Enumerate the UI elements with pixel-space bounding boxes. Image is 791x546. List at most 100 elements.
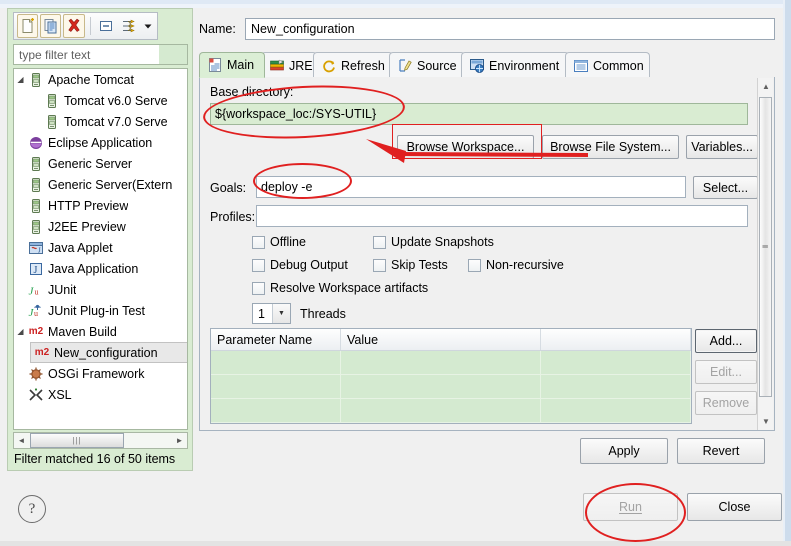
tree-item-maven-build[interactable]: ◢ m2 Maven Build	[14, 321, 187, 342]
delete-icon[interactable]	[63, 14, 85, 38]
tab-source[interactable]: Source	[389, 52, 465, 78]
filter-clear-button[interactable]	[159, 45, 187, 64]
tree-item-tomcat-v7-0-serve[interactable]: · Tomcat v7.0 Serve	[14, 111, 187, 132]
revert-button[interactable]: Revert	[677, 438, 765, 464]
tree-item-junit[interactable]: ·J uJUnit	[14, 279, 187, 300]
edit-parameter-button[interactable]: Edit...	[695, 360, 757, 384]
tab-label: Environment	[489, 58, 560, 73]
tab-common[interactable]: Common	[565, 52, 650, 78]
hscroll-thumb[interactable]: |||	[30, 433, 124, 448]
tree-indent-spacer: ·	[14, 195, 27, 216]
scroll-up-icon[interactable]: ▲	[758, 78, 774, 95]
tree-item-java-application[interactable]: · J Java Application	[14, 258, 187, 279]
table-cell	[541, 375, 691, 399]
checkbox-box-icon[interactable]	[373, 235, 386, 249]
tab-jre[interactable]: JRE	[261, 52, 317, 78]
tree-item-osgi-framework[interactable]: · OSGi Framework	[14, 363, 187, 384]
checkbox-label: Resolve Workspace artifacts	[270, 281, 429, 295]
checkbox-box-icon[interactable]	[373, 258, 386, 272]
tree-item-label: Generic Server(Extern	[48, 177, 173, 192]
tree-item-generic-server-extern[interactable]: · Generic Server(Extern	[14, 174, 187, 195]
new-configuration-icon[interactable]	[17, 14, 39, 38]
server-icon	[27, 156, 45, 172]
goals-input[interactable]: deploy -e	[256, 176, 686, 198]
checkbox-non-recursive[interactable]: Non-recursive	[468, 258, 564, 272]
vscroll-grip-icon: ≡	[762, 243, 769, 251]
apply-button[interactable]: Apply	[580, 438, 668, 464]
base-directory-input[interactable]: ${workspace_loc:/SYS-UTIL}	[210, 103, 748, 125]
checkbox-box-icon[interactable]	[252, 258, 265, 272]
filter-input[interactable]: type filter text	[13, 44, 188, 65]
tree-item-eclipse-application[interactable]: · Eclipse Application	[14, 132, 187, 153]
checkbox-debug-output[interactable]: Debug Output	[252, 258, 348, 272]
tree-item-tomcat-v6-0-serve[interactable]: · Tomcat v6.0 Serve	[14, 90, 187, 111]
checkbox-resolve-workspace-artifacts[interactable]: Resolve Workspace artifacts	[252, 281, 428, 295]
name-input[interactable]: New_configuration	[245, 18, 775, 40]
column-header-value[interactable]: Value	[341, 329, 541, 350]
browse-workspace-button[interactable]: Browse Workspace...	[397, 135, 534, 159]
add-parameter-button[interactable]: Add...	[695, 329, 757, 353]
filter-icon[interactable]	[119, 14, 140, 38]
browse-file-system-button[interactable]: Browse File System...	[542, 135, 679, 159]
junit-plugin-icon: J u	[27, 303, 45, 319]
tab-environment[interactable]: Environment	[461, 52, 569, 78]
checkbox-box-icon[interactable]	[468, 258, 481, 272]
goals-label: Goals:	[210, 181, 247, 195]
checkbox-box-icon[interactable]	[252, 281, 265, 295]
tree-item-http-preview[interactable]: · HTTP Preview	[14, 195, 187, 216]
scroll-down-icon[interactable]: ▼	[758, 413, 774, 430]
tree-item-java-applet[interactable]: · J Java Applet	[14, 237, 187, 258]
expand-arrow-icon[interactable]: ◢	[14, 321, 27, 342]
chevron-down-icon[interactable]: ▼	[272, 304, 290, 323]
tree-item-xsl[interactable]: · XSL	[14, 384, 187, 405]
table-cell	[211, 351, 341, 375]
vscroll-thumb[interactable]: ≡	[759, 97, 772, 397]
checkbox-skip-tests[interactable]: Skip Tests	[373, 258, 448, 272]
tree-indent-spacer: ·	[30, 90, 43, 111]
tree-item-junit-plug-in-test[interactable]: ·J u JUnit Plug-in Test	[14, 300, 187, 321]
tab-main[interactable]: Main	[199, 52, 265, 78]
tree-item-label: Java Application	[48, 261, 139, 276]
table-row[interactable]	[211, 399, 691, 423]
window-bottom-edge	[0, 541, 791, 546]
profiles-input[interactable]	[256, 205, 748, 227]
duplicate-icon[interactable]	[40, 14, 62, 38]
variables-button[interactable]: Variables...	[686, 135, 758, 159]
table-cell	[211, 375, 341, 399]
m2-icon: m2	[28, 326, 44, 337]
tree-item-j2ee-preview[interactable]: · J2EE Preview	[14, 216, 187, 237]
checkbox-update-snapshots[interactable]: Update Snapshots	[373, 235, 494, 249]
remove-parameter-button[interactable]: Remove	[695, 391, 757, 415]
run-button[interactable]: Run	[583, 493, 678, 521]
scroll-left-icon[interactable]: ◄	[14, 433, 29, 448]
tree-item-new-configuration[interactable]: m2 New_configuration	[30, 342, 187, 363]
table-row[interactable]	[211, 375, 691, 399]
scroll-right-icon[interactable]: ►	[172, 433, 187, 448]
checkbox-box-icon[interactable]	[252, 235, 265, 249]
tree-item-generic-server[interactable]: · Generic Server	[14, 153, 187, 174]
tab-label: Refresh	[341, 58, 385, 73]
tree-horizontal-scrollbar[interactable]: ◄ ||| ►	[13, 432, 188, 449]
tree-indent-spacer: ·	[14, 258, 27, 279]
expand-arrow-icon[interactable]: ◢	[14, 69, 27, 90]
view-menu-arrow-icon[interactable]	[142, 16, 154, 36]
select-goals-button[interactable]: Select...	[693, 176, 758, 199]
launch-configuration-tree[interactable]: ◢ Apache Tomcat· Tomcat v6.0 Serve· Tomc…	[13, 68, 188, 430]
tree-indent-spacer: ·	[14, 216, 27, 237]
server-icon	[27, 177, 45, 193]
checkbox-offline[interactable]: Offline	[252, 235, 306, 249]
threads-dropdown[interactable]: 1 ▼	[252, 303, 291, 324]
main-panel-vertical-scrollbar[interactable]: ▲ ≡ ▼	[757, 78, 773, 430]
column-header-extra[interactable]	[541, 329, 691, 350]
column-header-parameter-name[interactable]: Parameter Name	[211, 329, 341, 350]
close-button[interactable]: Close	[687, 493, 782, 521]
tree-item-label: Tomcat v6.0 Serve	[64, 93, 168, 108]
tab-refresh[interactable]: Refresh	[313, 52, 393, 78]
checkbox-label: Non-recursive	[486, 258, 564, 272]
tree-item-label: New_configuration	[54, 345, 158, 360]
parameters-table[interactable]: Parameter Name Value	[210, 328, 692, 424]
tree-item-apache-tomcat[interactable]: ◢ Apache Tomcat	[14, 69, 187, 90]
collapse-all-icon[interactable]	[95, 14, 116, 38]
tree-indent-spacer: ·	[14, 279, 27, 300]
table-row[interactable]	[211, 351, 691, 375]
